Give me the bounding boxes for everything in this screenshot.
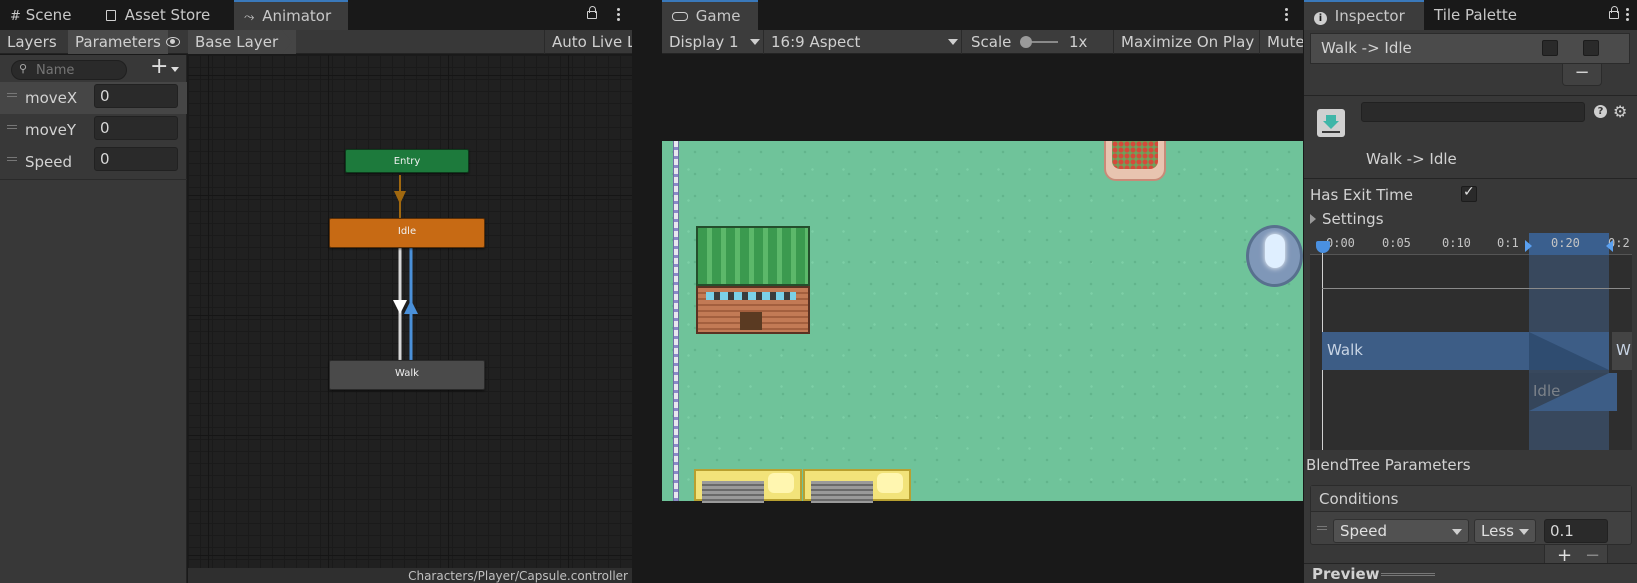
parameters-sidebar: ⚲ + moveX 0 moveY 0 Speed 0 — [0, 54, 187, 583]
parameter-value-field[interactable]: 0 — [94, 84, 178, 108]
mute-checkbox[interactable] — [1583, 40, 1599, 56]
remove-transition-button[interactable]: − — [1562, 64, 1602, 86]
parameter-value-field[interactable]: 0 — [94, 147, 178, 171]
settings-foldout[interactable]: Settings — [1308, 209, 1508, 229]
condition-parameter-dropdown[interactable]: Speed — [1333, 519, 1469, 543]
auto-live-link-button[interactable]: Auto Live Link — [545, 30, 632, 54]
parameter-search[interactable]: ⚲ — [11, 60, 127, 80]
condition-value-field[interactable]: 0.1 — [1544, 519, 1608, 543]
scale-label: Scale — [971, 33, 1012, 51]
blend-wedge-idle — [1529, 373, 1609, 411]
conditions-list: Conditions Speed Less 0.1 — [1310, 485, 1632, 545]
slider-thumb[interactable] — [1020, 36, 1032, 48]
lock-icon[interactable] — [587, 6, 597, 19]
flower-bed — [1104, 141, 1166, 181]
condition-operator-dropdown[interactable]: Less — [1474, 519, 1536, 543]
has-exit-time-checkbox[interactable]: ✓ — [1461, 184, 1477, 202]
mute-toggle[interactable]: Mute — [1260, 30, 1303, 54]
add-parameter-button[interactable]: + — [150, 54, 182, 79]
tab-tile-palette[interactable]: Tile Palette — [1424, 0, 1527, 30]
tab-scene[interactable]: # Scene — [0, 0, 81, 30]
chevron-down-icon — [750, 39, 760, 45]
tab-inspector[interactable]: i Inspector — [1304, 0, 1424, 30]
state-machine-graph[interactable]: Entry Idle Walk — [188, 55, 632, 568]
transition-asset-icon — [1317, 109, 1345, 137]
game-viewport[interactable] — [662, 141, 1303, 503]
drag-handle-icon[interactable] — [7, 157, 17, 161]
tab-parameters[interactable]: Parameters — [68, 30, 168, 54]
left-tabbar: # Scene Asset Store ⤳ Animator — [0, 0, 632, 30]
animator-icon: ⤳ — [244, 10, 255, 25]
fountain — [1246, 225, 1303, 287]
tab-layers[interactable]: Layers — [0, 30, 64, 54]
bag-icon — [106, 10, 116, 21]
scale-slider[interactable] — [1020, 36, 1058, 48]
building-left — [694, 469, 802, 503]
search-icon: ⚲ — [19, 62, 28, 75]
timeline-clip-walk-next[interactable]: W — [1612, 332, 1632, 370]
chevron-down-icon — [1519, 529, 1529, 535]
chevron-right-icon — [1310, 214, 1316, 224]
breadcrumb-base-layer[interactable]: Base Layer — [188, 30, 297, 54]
transition-name-field[interactable] — [1361, 102, 1585, 122]
state-walk[interactable]: Walk — [329, 360, 485, 390]
breadcrumb-arrow-icon — [282, 30, 292, 54]
parameter-name: moveY — [25, 121, 77, 139]
blend-tree-parameters-label: BlendTree Parameters — [1306, 456, 1471, 474]
state-idle[interactable]: Idle — [329, 218, 485, 248]
transition-start-marker[interactable] — [1525, 240, 1532, 252]
more-menu-icon[interactable] — [617, 8, 620, 23]
solo-checkbox[interactable] — [1542, 40, 1558, 56]
tab-animator[interactable]: ⤳ Animator — [234, 0, 348, 30]
parameter-value-field[interactable]: 0 — [94, 116, 178, 140]
chevron-down-icon — [1452, 529, 1462, 535]
state-entry[interactable]: Entry — [345, 149, 469, 173]
animator-toolbar: Layers Parameters Base Layer Auto Live L… — [0, 30, 632, 54]
parameter-name: Speed — [25, 153, 73, 171]
preview-header[interactable]: Preview — [1304, 563, 1637, 583]
help-icon[interactable]: ? — [1594, 105, 1607, 118]
hash-icon: # — [10, 9, 21, 24]
has-exit-time-label: Has Exit Time — [1310, 186, 1413, 204]
gamepad-icon — [672, 12, 688, 21]
aspect-dropdown[interactable]: 16:9 Aspect — [764, 30, 960, 54]
display-dropdown[interactable]: Display 1 — [662, 30, 762, 54]
eye-icon[interactable] — [166, 37, 180, 47]
checkmark-icon: ✓ — [1463, 184, 1475, 200]
building-right — [803, 469, 911, 503]
transition-arrows — [393, 175, 418, 360]
chevron-down-icon — [171, 67, 179, 72]
transition-list-item[interactable]: Walk -> Idle — [1311, 34, 1629, 63]
drag-handle-icon[interactable] — [1317, 526, 1327, 530]
gear-icon[interactable]: ⚙ — [1613, 102, 1627, 121]
blend-wedge — [1529, 332, 1609, 370]
tab-asset-store[interactable]: Asset Store — [96, 0, 220, 30]
drag-handle-icon[interactable] — [7, 93, 17, 97]
game-toolbar: Display 1 16:9 Aspect Scale 1x Maximize … — [662, 30, 1303, 54]
more-menu-icon[interactable] — [1626, 8, 1629, 23]
more-menu-icon[interactable] — [1285, 8, 1288, 23]
transition-title: Walk -> Idle — [1366, 150, 1457, 168]
lock-icon[interactable] — [1609, 6, 1619, 19]
scale-value: 1x — [1069, 33, 1088, 51]
maximize-on-play-toggle[interactable]: Maximize On Play — [1114, 30, 1261, 54]
chevron-down-icon — [948, 39, 958, 45]
fence — [673, 141, 679, 501]
drag-handle-icon[interactable] — [7, 125, 17, 129]
house — [696, 226, 810, 334]
controller-path: Characters/Player/Capsule.controller — [188, 568, 632, 583]
info-icon: i — [1314, 12, 1327, 25]
animator-panel: # Scene Asset Store ⤳ Animator Layers Pa… — [0, 0, 632, 583]
tab-game[interactable]: Game — [662, 0, 758, 30]
parameter-name: moveX — [25, 89, 78, 107]
game-panel: Game Display 1 16:9 Aspect Scale 1x Maxi… — [662, 0, 1303, 583]
search-input[interactable] — [36, 62, 122, 78]
transition-timeline[interactable]: 0:00 0:05 0:10 0:1 0:20 0:2 Walk W Idle — [1310, 233, 1632, 450]
inspector-panel: i Inspector Tile Palette Walk -> Idle − … — [1304, 0, 1637, 583]
inspector-body: Walk -> Idle − ? ⚙ Walk -> Idle Has Exit… — [1304, 30, 1637, 583]
transition-end-marker[interactable] — [1606, 240, 1613, 252]
